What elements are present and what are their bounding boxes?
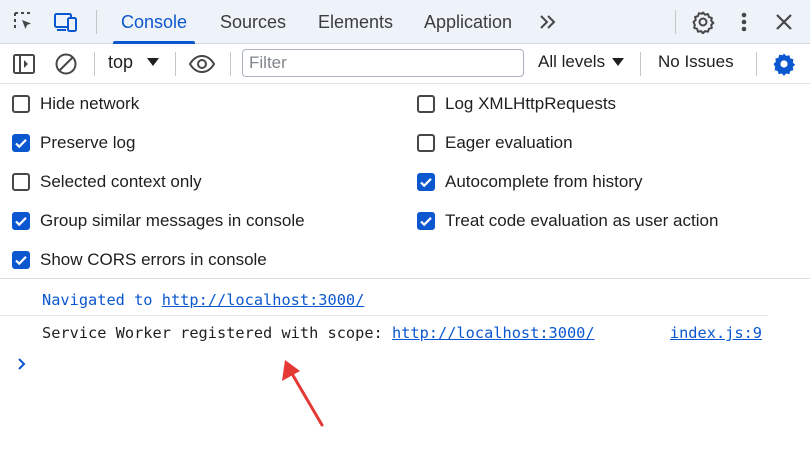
show-cors-option[interactable]: Show CORS errors in console: [12, 248, 267, 272]
tab-elements[interactable]: Elements: [318, 0, 393, 44]
treat-code-evaluation-option[interactable]: Treat code evaluation as user action: [417, 209, 718, 233]
autocomplete-history-label: Autocomplete from history: [445, 172, 643, 191]
log-xhr-checkbox[interactable]: [417, 95, 435, 113]
hide-network-checkbox[interactable]: [12, 95, 30, 113]
tabbar-divider-right: [675, 10, 676, 34]
navigation-url-link[interactable]: http://localhost:3000/: [162, 291, 365, 309]
toolbar-divider: [94, 52, 95, 76]
checkmark-icon: [15, 256, 27, 266]
preserve-log-label: Preserve log: [40, 133, 136, 152]
context-selector[interactable]: top: [108, 52, 133, 73]
log-xhr-label: Log XMLHttpRequests: [445, 94, 617, 113]
console-prompt-chevron-icon[interactable]: [16, 356, 28, 376]
show-cors-checkbox[interactable]: [12, 251, 30, 269]
toolbar-divider-3: [230, 52, 231, 76]
autocomplete-history-option[interactable]: Autocomplete from history: [417, 170, 642, 194]
settings-gear-icon[interactable]: [770, 50, 798, 78]
eager-evaluation-option[interactable]: Eager evaluation: [417, 131, 573, 155]
show-cors-label: Show CORS errors in console: [40, 250, 267, 269]
log-message: Service Worker registered with scope: ht…: [0, 316, 768, 349]
levels-caret-icon[interactable]: [611, 55, 625, 74]
tab-application[interactable]: Application: [424, 0, 512, 44]
checkmark-icon: [15, 139, 27, 149]
preserve-log-checkbox[interactable]: [12, 134, 30, 152]
toolbar-divider-2: [175, 52, 176, 76]
issues-counter-button[interactable]: No Issues: [658, 52, 734, 72]
log-xhr-option[interactable]: Log XMLHttpRequests: [417, 92, 616, 116]
checkmark-icon: [420, 178, 432, 188]
log-levels-dropdown[interactable]: All levels: [538, 52, 605, 72]
console-settings-panel: Hide network Preserve log Selected conte…: [0, 85, 810, 279]
log-prefix: Service Worker registered with scope:: [42, 324, 392, 342]
selected-context-option[interactable]: Selected context only: [12, 170, 202, 194]
console-messages: Navigated to http://localhost:3000/ Serv…: [0, 280, 810, 473]
devtools-tab-bar: Console Sources Elements Application: [0, 0, 810, 44]
toolbar-divider-5: [756, 52, 757, 76]
close-icon[interactable]: [770, 8, 798, 36]
chevron-double-right-icon[interactable]: [534, 8, 562, 36]
log-text: Service Worker registered with scope: ht…: [42, 324, 595, 342]
navigation-message: Navigated to http://localhost:3000/: [0, 283, 768, 316]
filter-input[interactable]: [242, 49, 524, 77]
group-similar-checkbox[interactable]: [12, 212, 30, 230]
tab-console[interactable]: Console: [112, 0, 196, 44]
console-toolbar: top All levels No Issues: [0, 44, 810, 84]
tab-sources[interactable]: Sources: [220, 0, 286, 44]
treat-code-evaluation-label: Treat code evaluation as user action: [445, 211, 719, 230]
navigation-prefix: Navigated to: [42, 291, 162, 309]
preserve-log-option[interactable]: Preserve log: [12, 131, 135, 155]
sidebar-toggle-icon[interactable]: [10, 50, 38, 78]
treat-code-evaluation-checkbox[interactable]: [417, 212, 435, 230]
group-similar-label: Group similar messages in console: [40, 211, 305, 230]
selected-context-label: Selected context only: [40, 172, 202, 191]
eager-evaluation-label: Eager evaluation: [445, 133, 573, 152]
source-location-link[interactable]: index.js:9: [670, 324, 762, 342]
checkmark-icon: [420, 217, 432, 227]
clear-console-icon[interactable]: [52, 50, 80, 78]
hide-network-label: Hide network: [40, 94, 140, 113]
scope-url-link[interactable]: http://localhost:3000/: [392, 324, 595, 342]
toolbar-divider-4: [640, 52, 641, 76]
hide-network-option[interactable]: Hide network: [12, 92, 139, 116]
autocomplete-history-checkbox[interactable]: [417, 173, 435, 191]
tabbar-divider: [96, 10, 97, 34]
context-caret-icon[interactable]: [146, 55, 160, 74]
checkmark-icon: [15, 217, 27, 227]
kebab-menu-icon[interactable]: [730, 8, 758, 36]
eye-icon[interactable]: [188, 50, 216, 78]
selected-context-checkbox[interactable]: [12, 173, 30, 191]
gear-icon[interactable]: [689, 8, 717, 36]
device-toolbar-icon[interactable]: [52, 8, 80, 36]
group-similar-option[interactable]: Group similar messages in console: [12, 209, 305, 233]
inspect-element-icon[interactable]: [10, 8, 38, 36]
navigation-text: Navigated to http://localhost:3000/: [42, 291, 364, 309]
eager-evaluation-checkbox[interactable]: [417, 134, 435, 152]
